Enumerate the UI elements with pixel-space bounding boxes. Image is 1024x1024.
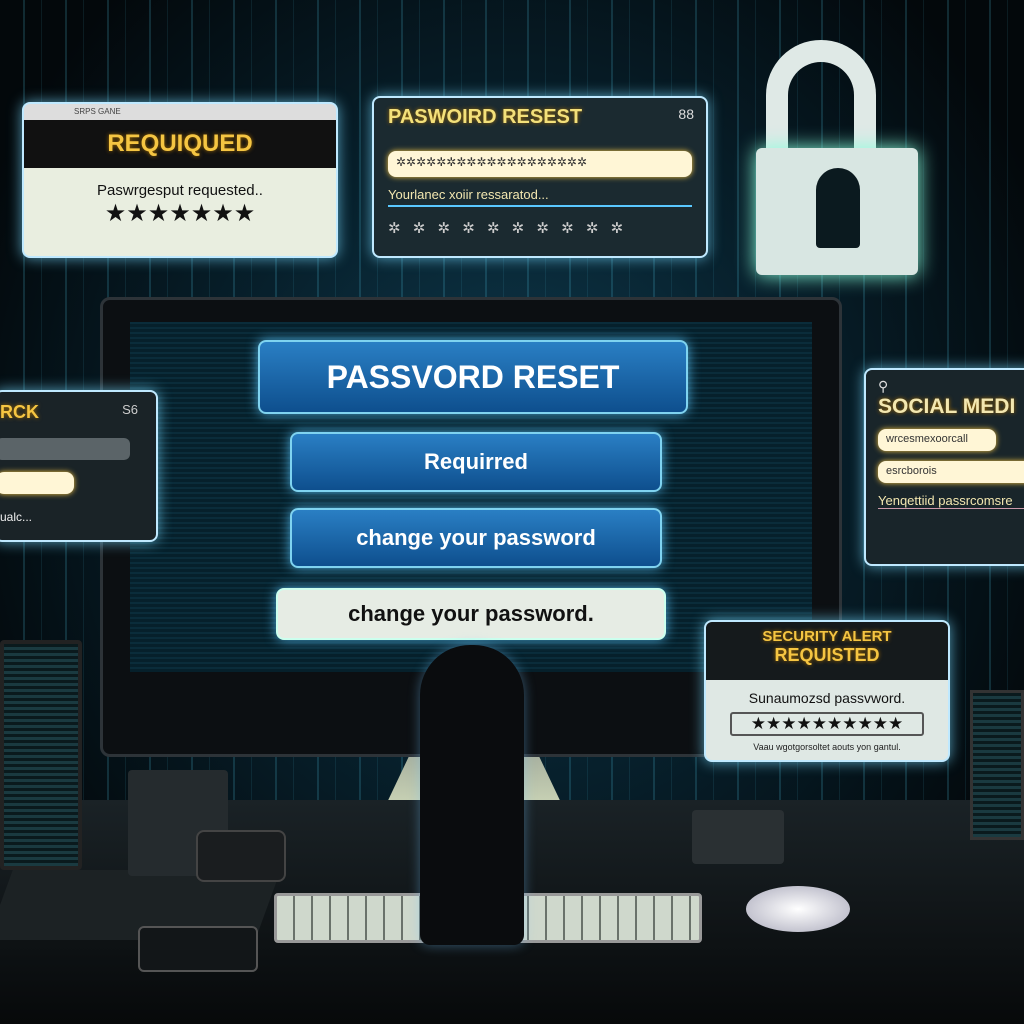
popup-security-alert: SECURITY ALERT REQUISTED Sunaumozsd pass… <box>704 620 950 762</box>
camera <box>196 830 286 882</box>
titlebar: SRPS GANE <box>24 104 336 120</box>
popup-heading: REQUIQUED <box>24 120 336 168</box>
popup-social-media: ⚲ SOCIAL MEDI wrcesmexoorcall esrcborois… <box>864 368 1024 566</box>
popup-message: Yenqettiid passrcomsre <box>878 493 1024 509</box>
email-field[interactable]: wrcesmexoorcall <box>878 429 996 451</box>
alert-subheading: REQUISTED <box>774 645 880 665</box>
padlock-icon <box>756 40 918 275</box>
popup-required: SRPS GANE REQUIQUED Paswrgesput requeste… <box>22 102 338 258</box>
phone <box>138 926 258 972</box>
password-field[interactable]: esrcborois <box>878 461 1024 483</box>
popup-message: ualc... <box>0 510 33 524</box>
popup-left: RCK S6 ualc... <box>0 390 158 542</box>
password-stars: ★★★★★★★★★★ <box>730 712 924 736</box>
password-field[interactable]: ✲✲✲✲✲✲✲✲✲✲✲✲✲✲✲✲✲✲✲ <box>388 151 692 177</box>
password-dots: ✲ ✲ ✲ ✲ ✲ ✲ ✲ ✲ ✲ ✲ <box>388 220 628 237</box>
badge: 88 <box>678 106 694 122</box>
required-button[interactable]: Requirred <box>290 432 662 492</box>
badge: S6 <box>122 402 138 417</box>
user-icon: ⚲ <box>878 378 889 394</box>
popup-heading: PASWOIRD RESEST <box>388 106 583 128</box>
input-field[interactable] <box>0 438 130 460</box>
hooded-figure <box>420 645 524 945</box>
input-field-highlight[interactable] <box>0 472 74 494</box>
laptop-left <box>0 640 82 870</box>
alert-heading: SECURITY ALERT <box>762 628 892 645</box>
mouse <box>746 886 850 932</box>
change-password-bar[interactable]: change your password. <box>276 588 666 640</box>
password-stars: ★★★★★★★ <box>104 200 256 227</box>
popup-message: Yourlanec xoiir ressaratod... <box>388 187 692 207</box>
alert-footer: Vaau wgotgorsoltet aouts yon gantul. <box>753 742 901 752</box>
laptop-right <box>970 690 1024 840</box>
popup-heading: SOCIAL MEDI <box>878 395 1016 418</box>
password-reset-title: PASSVORD RESET <box>258 340 688 414</box>
popup-message: Paswrgesput requested.. <box>97 182 263 199</box>
card <box>692 810 784 864</box>
popup-password-reset: PASWOIRD RESEST 88 ✲✲✲✲✲✲✲✲✲✲✲✲✲✲✲✲✲✲✲ Y… <box>372 96 708 258</box>
alert-message: Sunaumozsd passvword. <box>748 690 906 706</box>
change-password-button[interactable]: change your password <box>290 508 662 568</box>
